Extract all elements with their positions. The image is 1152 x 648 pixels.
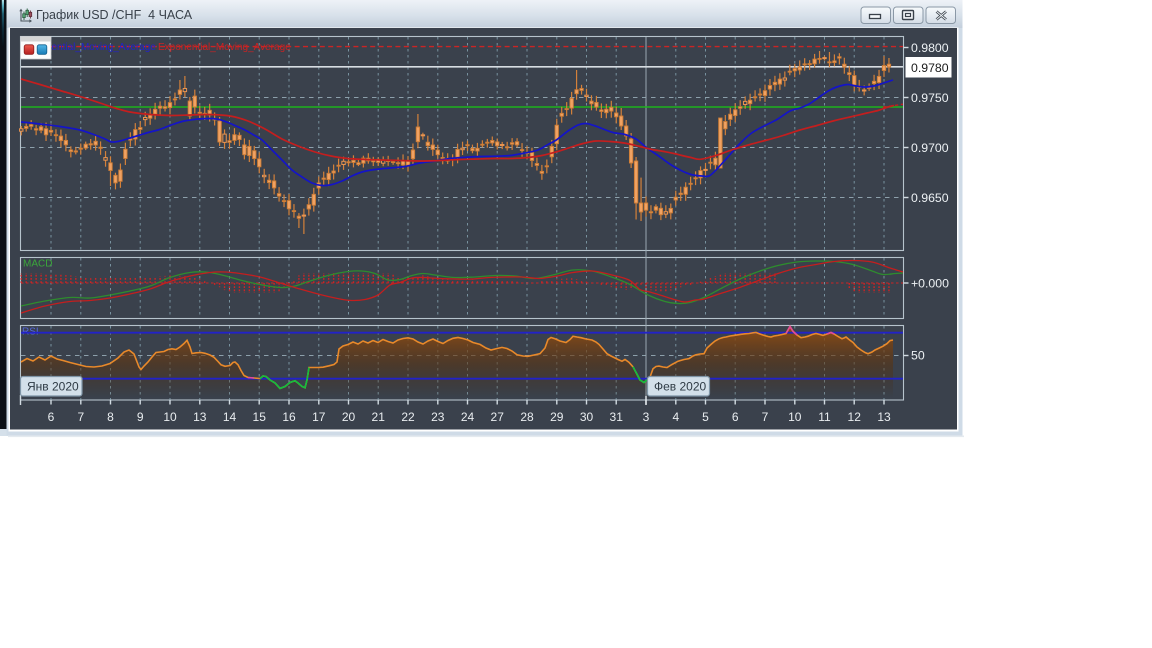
svg-text:7: 7 — [762, 410, 769, 424]
svg-text:29: 29 — [550, 410, 564, 424]
svg-text:9: 9 — [137, 410, 144, 424]
svg-text:11: 11 — [818, 410, 831, 424]
svg-text:0.9750: 0.9750 — [911, 91, 949, 105]
svg-text:20: 20 — [342, 410, 356, 424]
svg-text:28: 28 — [520, 410, 534, 424]
svg-text:Фев 2020: Фев 2020 — [654, 380, 707, 394]
svg-text:0.9650: 0.9650 — [911, 191, 949, 205]
svg-text:23: 23 — [431, 410, 445, 424]
svg-text:График USD /CHF 4 ЧАСА: График USD /CHF 4 ЧАСА — [36, 8, 193, 22]
svg-text:7: 7 — [77, 410, 84, 424]
svg-text:8: 8 — [107, 410, 114, 424]
svg-text:13: 13 — [877, 410, 891, 424]
svg-text:ential_Moving_Average: ential_Moving_Average — [52, 42, 157, 53]
svg-text:13: 13 — [193, 410, 207, 424]
svg-text:3: 3 — [643, 410, 650, 424]
svg-text:14: 14 — [223, 410, 237, 424]
svg-text:10: 10 — [163, 410, 177, 424]
svg-text:4: 4 — [672, 410, 679, 424]
svg-text:0.9800: 0.9800 — [911, 41, 949, 55]
svg-text:15: 15 — [253, 410, 267, 424]
svg-text:30: 30 — [580, 410, 594, 424]
svg-text:16: 16 — [282, 410, 296, 424]
svg-text:31: 31 — [610, 410, 624, 424]
svg-text:5: 5 — [702, 410, 709, 424]
svg-text:50: 50 — [911, 349, 925, 363]
svg-text:+0.000: +0.000 — [911, 277, 949, 291]
svg-text:21: 21 — [372, 410, 386, 424]
svg-text:6: 6 — [48, 410, 55, 424]
svg-text:24: 24 — [461, 410, 475, 424]
svg-text:6: 6 — [732, 410, 739, 424]
svg-text:10: 10 — [788, 410, 802, 424]
svg-text:22: 22 — [401, 410, 415, 424]
svg-text:Янв 2020: Янв 2020 — [27, 380, 79, 394]
svg-text:MACD: MACD — [23, 259, 52, 270]
svg-text:17: 17 — [312, 410, 326, 424]
svg-text:27: 27 — [491, 410, 505, 424]
svg-text:12: 12 — [848, 410, 862, 424]
svg-text:0.9780: 0.9780 — [911, 61, 949, 75]
svg-text:Exponential_Moving_Average: Exponential_Moving_Average — [158, 42, 291, 53]
svg-text:0.9700: 0.9700 — [911, 141, 949, 155]
